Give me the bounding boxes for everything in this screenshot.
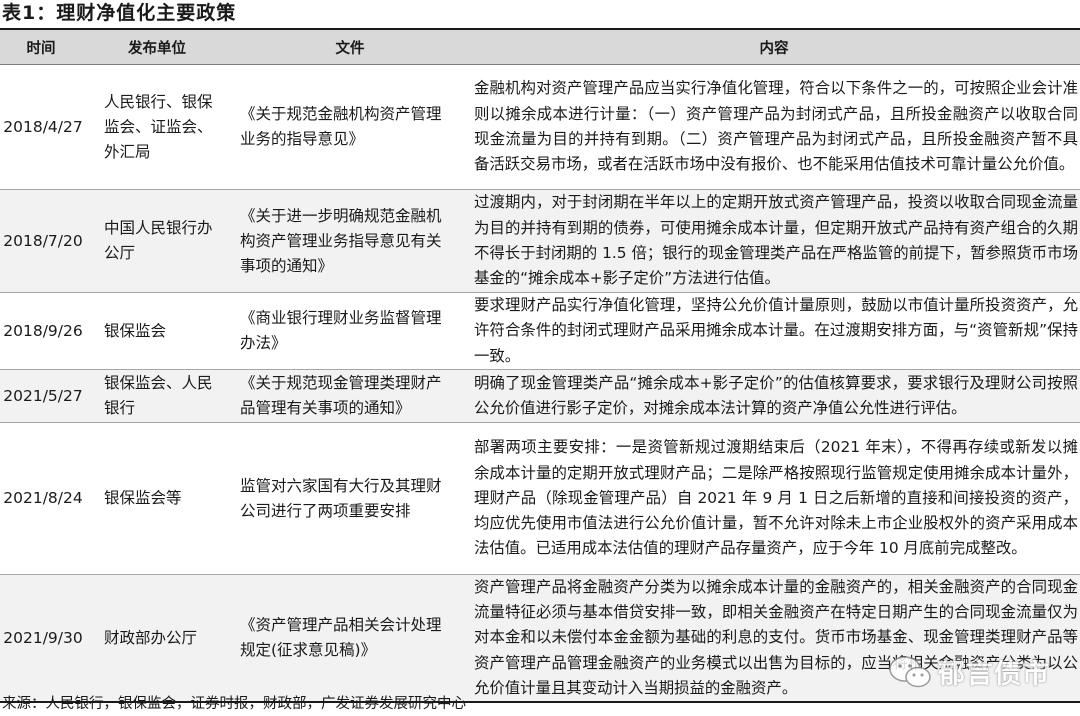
row-document: 《关于规范现金管理类理财产品管理有关事项的通知》	[240, 374, 442, 417]
row-publisher: 财政部办公厅	[104, 628, 198, 647]
row-content: 部署两项主要安排：一是资管新规过渡期结束后（2021 年末），不得再存续或新发以…	[474, 438, 1078, 558]
table-row: 2021/9/30 财政部办公厅 《资产管理产品相关会计处理规定(征求意见稿)》…	[0, 575, 1080, 701]
row-content: 过渡期内，对于封闭期在半年以上的定期开放式资产管理产品，投资以收取合同现金流量为…	[474, 193, 1078, 288]
row-date: 2018/4/27	[3, 117, 83, 136]
table-header: 时间 发布单位 文件 内容	[0, 30, 1080, 65]
table-row: 2018/7/20 中国人民银行办公厅 《关于进一步明确规范金融机构资产管理业务…	[0, 190, 1080, 293]
row-date: 2018/7/20	[3, 231, 83, 250]
row-content: 资产管理产品将金融资产分类为以摊余成本计量的金融资产的，相关金融资产的合同现金流…	[474, 577, 1078, 697]
row-publisher: 银保监会、人民银行	[104, 374, 213, 417]
table-row: 2021/5/27 银保监会、人民银行 《关于规范现金管理类理财产品管理有关事项…	[0, 370, 1080, 423]
row-document: 《资产管理产品相关会计处理规定(征求意见稿)》	[240, 616, 442, 659]
table-row: 2021/8/24 银保监会等 监管对六家国有大行及其理财公司进行了两项重要安排…	[0, 423, 1080, 575]
row-publisher: 中国人民银行办公厅	[104, 219, 213, 262]
row-date: 2021/9/30	[3, 628, 83, 647]
header-date: 时间	[26, 40, 56, 57]
header-publisher: 发布单位	[128, 40, 186, 57]
row-document: 《商业银行理财业务监督管理办法》	[240, 309, 442, 352]
table-row: 2018/9/26 银保监会 《商业银行理财业务监督管理办法》 要求理财产品实行…	[0, 293, 1080, 370]
policy-table: 时间 发布单位 文件 内容 2018/4/27 人民银行、银保监会、证监会、外汇…	[0, 28, 1080, 703]
row-publisher: 银保监会	[104, 321, 167, 340]
header-document: 文件	[335, 40, 365, 57]
row-document: 《关于进一步明确规范金融机构资产管理业务指导意见有关事项的通知》	[240, 206, 442, 275]
source-note: 来源：人民银行，银保监会，证券时报，财政部，广发证券发展研究中心	[2, 696, 466, 712]
row-publisher: 人民银行、银保监会、证监会、外汇局	[104, 92, 213, 161]
row-content: 明确了现金管理类产品“摊余成本+影子定价”的估值核算要求，要求银行及理财公司按照…	[474, 373, 1078, 417]
row-publisher: 银保监会等	[104, 489, 182, 507]
table-row: 2018/4/27 人民银行、银保监会、证监会、外汇局 《关于规范金融机构资产管…	[0, 65, 1080, 190]
row-date: 2018/9/26	[3, 321, 83, 340]
row-date: 2021/5/27	[3, 386, 83, 405]
row-document: 监管对六家国有大行及其理财公司进行了两项重要安排	[240, 476, 442, 520]
row-document: 《关于规范金融机构资产管理业务的指导意见》	[240, 105, 442, 148]
row-content: 金融机构对资产管理产品应当实行净值化管理，符合以下条件之一的，可按照企业会计准则…	[474, 79, 1078, 174]
header-content: 内容	[759, 40, 789, 57]
table-title: 表1：理财净值化主要政策	[2, 2, 237, 24]
row-date: 2021/8/24	[3, 489, 83, 507]
row-content: 要求理财产品实行净值化管理，坚持公允价值计量原则，鼓励以市值计量所投资资产，允许…	[474, 296, 1078, 365]
